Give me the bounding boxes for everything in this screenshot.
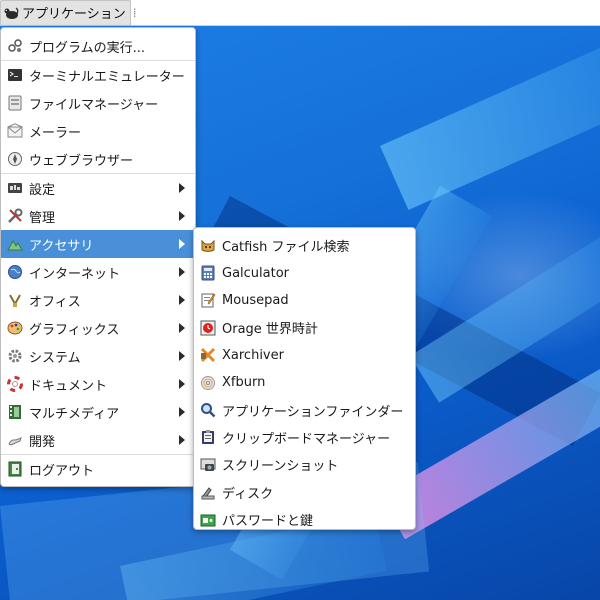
archive-icon bbox=[200, 347, 216, 363]
submenu-item-label: Orage 世界時計 bbox=[222, 322, 318, 338]
menu-item-documentation[interactable]: ドキュメント bbox=[1, 370, 195, 398]
submenu-arrow-icon bbox=[179, 351, 185, 361]
menu-item-label: ウェブブラウザー bbox=[29, 153, 134, 169]
submenu-arrow-icon bbox=[179, 183, 185, 193]
top-panel: アプリケーション ⁞ bbox=[0, 0, 600, 26]
accessories-icon bbox=[7, 236, 23, 252]
submenu-item-label: Catfish ファイル検索 bbox=[222, 240, 350, 256]
submenu-arrow-icon bbox=[179, 295, 185, 305]
run-icon bbox=[7, 38, 23, 54]
submenu-item-label: クリップボードマネージャー bbox=[222, 431, 391, 447]
clipboard-icon bbox=[200, 429, 216, 445]
menu-item-accessories[interactable]: アクセサリ bbox=[1, 230, 195, 258]
menu-item-label: マルチメディア bbox=[29, 406, 120, 422]
internet-globe-icon bbox=[7, 264, 23, 280]
menu-item-label: 開発 bbox=[29, 434, 56, 450]
submenu-item-label: パスワードと鍵 bbox=[222, 514, 314, 530]
submenu-item-label: アプリケーションファインダー bbox=[222, 404, 404, 420]
menu-item-file-manager[interactable]: ファイルマネージャー bbox=[1, 89, 195, 117]
menu-item-administration[interactable]: 管理 bbox=[1, 202, 195, 230]
accessories-submenu: Catfish ファイル検索 Galculator Mousepad Orage… bbox=[193, 227, 416, 530]
applications-menu-button[interactable]: アプリケーション bbox=[0, 0, 131, 26]
menu-item-logout[interactable]: ログアウト bbox=[1, 455, 195, 483]
file-manager-icon bbox=[7, 95, 23, 111]
calculator-icon bbox=[200, 265, 216, 281]
multimedia-film-icon bbox=[7, 404, 23, 420]
xfce-mouse-icon bbox=[3, 5, 19, 21]
submenu-item-label: Xfburn bbox=[222, 375, 266, 391]
menu-item-mailer[interactable]: メーラー bbox=[1, 117, 195, 145]
submenu-item-disks[interactable]: ディスク bbox=[194, 479, 415, 506]
submenu-item-galculator[interactable]: Galculator bbox=[194, 259, 415, 286]
clock-icon bbox=[200, 320, 216, 336]
submenu-item-catfish[interactable]: Catfish ファイル検索 bbox=[194, 232, 415, 259]
submenu-arrow-icon bbox=[179, 211, 185, 221]
graphics-palette-icon bbox=[7, 320, 23, 336]
menu-item-internet[interactable]: インターネット bbox=[1, 258, 195, 286]
office-icon bbox=[7, 292, 23, 308]
menu-item-graphics[interactable]: グラフィックス bbox=[1, 314, 195, 342]
settings-icon bbox=[7, 180, 23, 196]
submenu-item-label: スクリーンショット bbox=[222, 459, 339, 475]
password-keys-icon bbox=[200, 512, 216, 528]
terminal-icon bbox=[7, 67, 23, 83]
menu-item-label: 管理 bbox=[29, 210, 56, 226]
menu-item-run-program[interactable]: プログラムの実行... bbox=[1, 32, 195, 60]
applications-menu: プログラムの実行... ターミナルエミュレーター ファイルマネージャー メーラー… bbox=[0, 27, 196, 487]
disk-utility-icon bbox=[200, 484, 216, 500]
menu-item-web-browser[interactable]: ウェブブラウザー bbox=[1, 145, 195, 173]
menu-item-multimedia[interactable]: マルチメディア bbox=[1, 398, 195, 426]
menu-item-terminal[interactable]: ターミナルエミュレーター bbox=[1, 61, 195, 89]
submenu-item-screenshot[interactable]: スクリーンショット bbox=[194, 451, 415, 478]
menu-item-label: ドキュメント bbox=[29, 378, 108, 394]
submenu-arrow-icon bbox=[179, 435, 185, 445]
submenu-arrow-icon bbox=[179, 407, 185, 417]
menu-item-label: ターミナルエミュレーター bbox=[29, 69, 185, 85]
submenu-arrow-icon bbox=[179, 267, 185, 277]
system-gear-icon bbox=[7, 348, 23, 364]
submenu-item-passwords-keys[interactable]: パスワードと鍵 bbox=[194, 506, 415, 533]
app-finder-icon bbox=[200, 402, 216, 418]
screenshot-camera-icon bbox=[200, 457, 216, 473]
submenu-item-xfburn[interactable]: Xfburn bbox=[194, 369, 415, 396]
menu-item-label: ログアウト bbox=[29, 463, 95, 479]
submenu-item-xarchiver[interactable]: Xarchiver bbox=[194, 342, 415, 369]
admin-tools-icon bbox=[7, 208, 23, 224]
menu-item-label: プログラムの実行... bbox=[29, 40, 146, 56]
menu-item-label: オフィス bbox=[29, 294, 81, 310]
submenu-arrow-icon bbox=[179, 323, 185, 333]
development-icon bbox=[7, 432, 23, 448]
menu-item-system[interactable]: システム bbox=[1, 342, 195, 370]
menu-item-development[interactable]: 開発 bbox=[1, 426, 195, 454]
submenu-item-label: Mousepad bbox=[222, 292, 289, 308]
web-browser-icon bbox=[7, 151, 23, 167]
submenu-arrow-icon bbox=[179, 239, 185, 249]
submenu-arrow-icon bbox=[179, 379, 185, 389]
submenu-item-app-finder[interactable]: アプリケーションファインダー bbox=[194, 396, 415, 423]
mail-icon bbox=[7, 123, 23, 139]
text-editor-icon bbox=[200, 292, 216, 308]
menu-item-label: ファイルマネージャー bbox=[29, 97, 159, 113]
panel-separator-handle[interactable]: ⁞ bbox=[133, 6, 137, 20]
applications-menu-label: アプリケーション bbox=[22, 7, 126, 22]
help-lifebuoy-icon bbox=[7, 376, 23, 392]
menu-item-label: アクセサリ bbox=[29, 238, 94, 254]
catfish-icon bbox=[200, 238, 216, 254]
submenu-item-orage-clock[interactable]: Orage 世界時計 bbox=[194, 314, 415, 341]
submenu-item-label: Galculator bbox=[222, 265, 290, 281]
menu-item-label: インターネット bbox=[29, 266, 121, 282]
menu-item-label: 設定 bbox=[29, 182, 56, 198]
submenu-item-label: ディスク bbox=[222, 486, 274, 502]
menu-item-label: グラフィックス bbox=[29, 322, 120, 338]
disc-burner-icon bbox=[200, 375, 216, 391]
menu-item-office[interactable]: オフィス bbox=[1, 286, 195, 314]
logout-icon bbox=[7, 461, 23, 477]
submenu-item-mousepad[interactable]: Mousepad bbox=[194, 287, 415, 314]
submenu-item-label: Xarchiver bbox=[222, 347, 284, 363]
menu-item-label: メーラー bbox=[29, 125, 82, 141]
menu-item-label: システム bbox=[29, 350, 81, 366]
submenu-item-clipboard-manager[interactable]: クリップボードマネージャー bbox=[194, 424, 415, 451]
menu-item-settings[interactable]: 設定 bbox=[1, 174, 195, 202]
